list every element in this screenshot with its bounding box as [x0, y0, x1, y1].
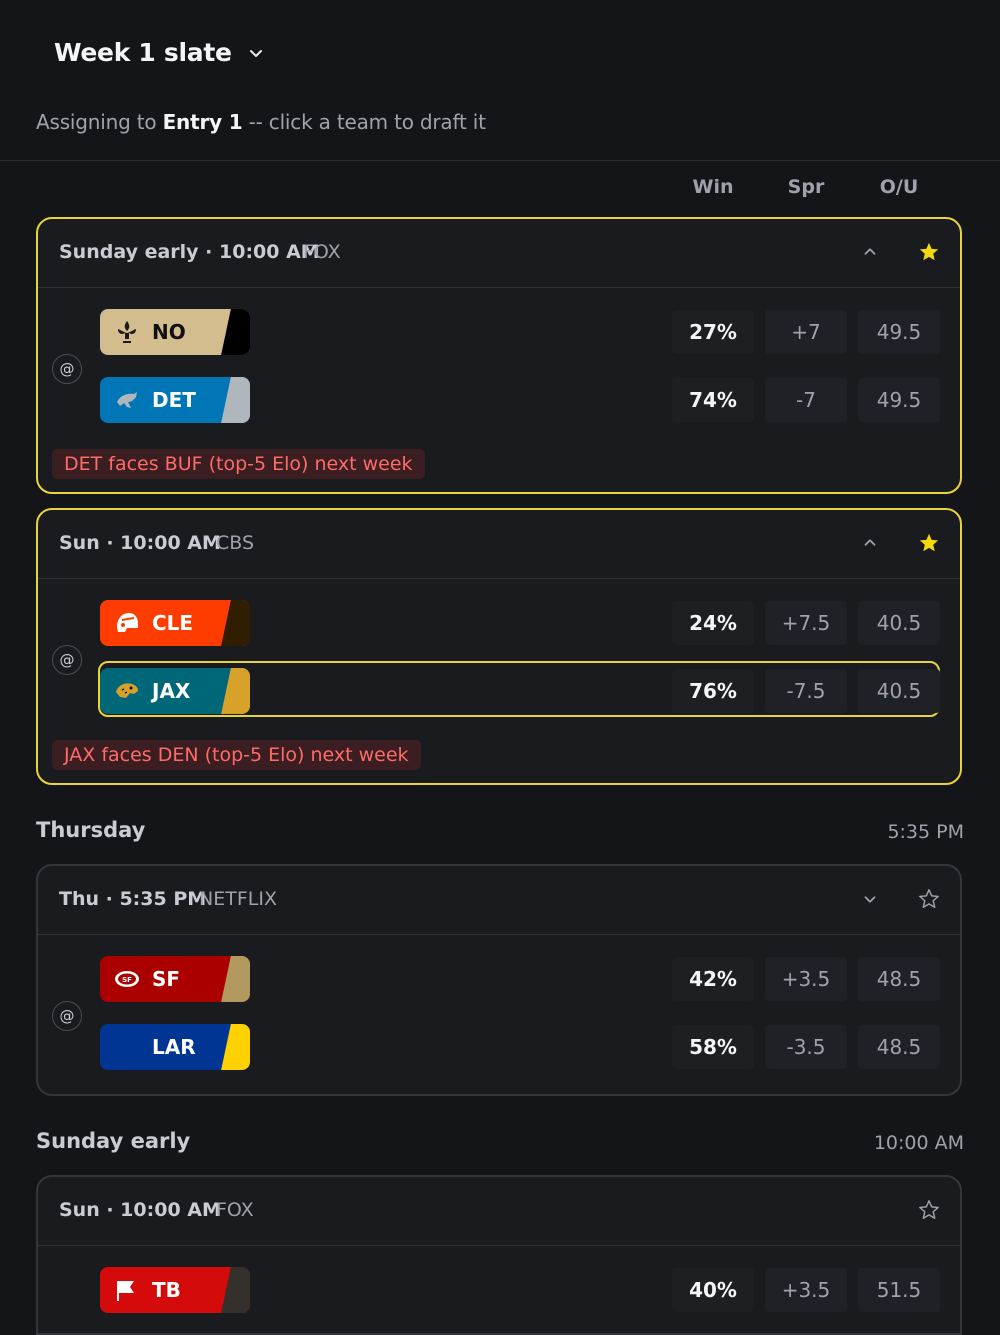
collapse-button[interactable]	[855, 528, 885, 558]
jaguar-icon	[116, 683, 138, 698]
page-header: Week 1 slate Assigning to Entry 1 -- cli…	[0, 0, 1000, 161]
game-card: Sunday early · 10:00 AM FOX @ NO 27% +7 …	[36, 217, 962, 494]
network-label: FOX	[303, 241, 341, 263]
win-prob: 74%	[672, 378, 754, 422]
over-under-value: 40.5	[858, 601, 940, 645]
team-color-stripe	[221, 600, 250, 646]
star-filled-icon	[919, 533, 939, 552]
spread-value: +7	[765, 310, 847, 354]
over-under-value: 48.5	[858, 1025, 940, 1069]
team-chip-sf[interactable]: SF SF	[100, 956, 250, 1002]
win-prob: 40%	[672, 1268, 754, 1312]
chevron-up-icon	[864, 539, 876, 546]
team-chip-no[interactable]: NO	[100, 309, 250, 355]
spread-value: -7	[765, 378, 847, 422]
team-abbr: DET	[152, 388, 196, 412]
collapse-button[interactable]	[855, 237, 885, 267]
assign-suffix: -- click a team to draft it	[242, 110, 486, 134]
helmet-icon	[117, 613, 138, 632]
fleur-de-lis-icon	[118, 321, 136, 343]
favorite-button[interactable]	[914, 528, 944, 558]
over-under-value: 40.5	[858, 669, 940, 713]
chevron-up-icon	[864, 248, 876, 255]
star-outline-icon	[919, 1200, 939, 1219]
team-color-stripe	[221, 377, 250, 423]
team-abbr: CLE	[152, 611, 194, 635]
section-time: 10:00 AM	[873, 1132, 964, 1154]
game-card-header: Thu · 5:35 PM NETFLIX	[38, 866, 960, 935]
assignment-hint: Assigning to Entry 1 -- click a team to …	[36, 110, 486, 134]
win-prob: 76%	[672, 669, 754, 713]
spread-value: +7.5	[765, 601, 847, 645]
team-chip-det[interactable]: DET	[100, 377, 250, 423]
game-card: Sun · 10:00 AM CBS @ CLE 24% +7.5 40.5 J…	[36, 508, 962, 785]
niners-logo-icon: SF	[115, 971, 139, 987]
over-under-value: 51.5	[858, 1268, 940, 1312]
game-card: Sun · 10:00 AM FOX TB 40% +3.5 51.5	[36, 1175, 962, 1335]
star-filled-icon	[919, 242, 939, 261]
column-header-spread: Spr	[787, 176, 825, 198]
team-chip-cle[interactable]: CLE	[100, 600, 250, 646]
team-color-stripe	[221, 956, 250, 1002]
column-header-win: Win	[692, 176, 734, 198]
flag-icon	[117, 1281, 134, 1301]
favorite-button[interactable]	[914, 237, 944, 267]
section-time: 5:35 PM	[887, 821, 964, 843]
game-time: Thu · 5:35 PM	[59, 888, 207, 910]
favorite-button[interactable]	[914, 884, 944, 914]
chevron-down-icon	[249, 49, 262, 57]
spread-value: +3.5	[765, 957, 847, 1001]
game-time: Sun · 10:00 AM	[59, 532, 221, 554]
warning-note: JAX faces DEN (top-5 Elo) next week	[52, 740, 421, 770]
at-icon: @	[52, 1001, 82, 1031]
page-title: Week 1 slate	[54, 38, 232, 67]
win-prob: 58%	[672, 1025, 754, 1069]
chevron-down-icon	[864, 896, 876, 903]
win-prob: 24%	[672, 601, 754, 645]
win-prob: 27%	[672, 310, 754, 354]
star-outline-icon	[919, 889, 939, 908]
spread-value: -3.5	[765, 1025, 847, 1069]
team-color-stripe	[221, 309, 250, 355]
game-time: Sunday early · 10:00 AM	[59, 241, 320, 263]
lion-icon	[117, 392, 137, 408]
svg-text:SF: SF	[122, 976, 132, 984]
game-time: Sun · 10:00 AM	[59, 1199, 221, 1221]
team-abbr: TB	[152, 1278, 181, 1302]
spread-value: +3.5	[765, 1268, 847, 1312]
team-abbr: NO	[152, 320, 186, 344]
favorite-button[interactable]	[914, 1195, 944, 1225]
assign-prefix: Assigning to	[36, 110, 163, 134]
column-header-ou: O/U	[879, 176, 919, 198]
game-card: Thu · 5:35 PM NETFLIX @ SF SF 42% +3.5 4…	[36, 864, 962, 1096]
week-selector[interactable]: Week 1 slate	[54, 38, 266, 67]
at-icon: @	[52, 354, 82, 384]
over-under-value: 49.5	[858, 378, 940, 422]
team-abbr: SF	[152, 967, 181, 991]
entry-name: Entry 1	[162, 110, 243, 134]
over-under-value: 49.5	[858, 310, 940, 354]
network-label: NETFLIX	[199, 888, 277, 910]
game-card-header: Sun · 10:00 AM CBS	[38, 510, 960, 579]
section-title: Thursday	[36, 818, 146, 842]
warning-note: DET faces BUF (top-5 Elo) next week	[52, 449, 425, 479]
team-color-stripe	[221, 668, 250, 714]
win-prob: 42%	[672, 957, 754, 1001]
team-chip-lar[interactable]: LAR	[100, 1024, 250, 1070]
game-card-header: Sunday early · 10:00 AM FOX	[38, 219, 960, 288]
over-under-value: 48.5	[858, 957, 940, 1001]
at-icon: @	[52, 645, 82, 675]
expand-button[interactable]	[855, 884, 885, 914]
team-color-stripe	[221, 1024, 250, 1070]
game-card-header: Sun · 10:00 AM FOX	[38, 1177, 960, 1246]
team-chip-tb[interactable]: TB	[100, 1267, 250, 1313]
network-label: FOX	[216, 1199, 254, 1221]
team-abbr: JAX	[152, 679, 191, 703]
network-label: CBS	[216, 532, 255, 554]
spread-value: -7.5	[765, 669, 847, 713]
team-abbr: LAR	[152, 1035, 196, 1059]
section-title: Sunday early	[36, 1129, 191, 1153]
team-color-stripe	[221, 1267, 250, 1313]
team-chip-jax[interactable]: JAX	[100, 668, 250, 714]
